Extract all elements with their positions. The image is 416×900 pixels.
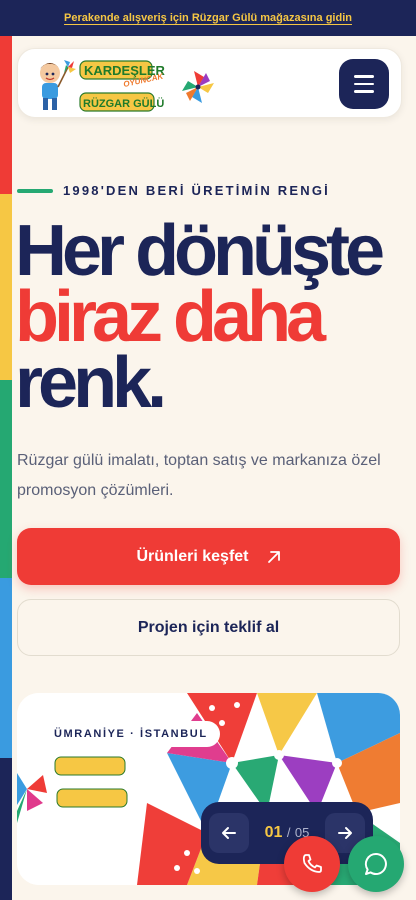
pinwheel-icon (182, 71, 214, 103)
hamburger-icon (354, 75, 374, 78)
call-button[interactable] (284, 836, 340, 892)
stripe-blue (0, 578, 12, 758)
headline-line-1: Her dönüşte (15, 211, 385, 291)
brand-logo[interactable]: KARDEŞLER OYUNCAK RÜZGAR GÜLÜ (28, 53, 218, 115)
explore-products-button[interactable]: Ürünleri keşfet (17, 528, 400, 585)
hero-headline: Her dönüşte biraz daha renk. (15, 211, 385, 423)
arrow-up-right-icon (267, 550, 280, 563)
request-quote-button[interactable]: Projen için teklif al (17, 599, 400, 656)
hero-description: Rüzgar gülü imalatı, toptan satış ve mar… (17, 452, 381, 499)
stripe-yellow (0, 194, 12, 380)
hero-eyebrow: 1998'DEN BERİ ÜRETİMİN RENGİ (17, 183, 330, 198)
eyebrow-text: 1998'DEN BERİ ÜRETİMİN RENGİ (63, 183, 330, 198)
retail-store-link[interactable]: Perakende alışveriş için Rüzgar Gülü mağ… (64, 12, 352, 24)
explore-products-label: Ürünleri keşfet (136, 547, 249, 565)
brand-line2: RÜZGAR GÜLÜ (83, 97, 164, 110)
slide-separator: / (286, 825, 291, 840)
location-badge: ÜMRANİYE · İSTANBUL (42, 721, 220, 747)
headline-line-2: biraz daha (15, 277, 326, 357)
chat-bubble-icon (364, 852, 387, 875)
menu-button[interactable] (339, 59, 389, 109)
stripe-navy (0, 758, 12, 900)
stripe-red (0, 36, 12, 194)
slide-current: 01 (264, 824, 283, 841)
arrow-left-icon (222, 827, 236, 839)
phone-icon (302, 854, 322, 873)
request-quote-label: Projen için teklif al (137, 618, 280, 636)
slider-prev-button[interactable] (209, 813, 249, 853)
whatsapp-button[interactable] (348, 836, 404, 892)
headline-line-3: renk. (15, 343, 167, 423)
site-header: KARDEŞLER OYUNCAK RÜZGAR GÜLÜ (17, 48, 402, 118)
hamburger-icon-bar (354, 90, 374, 93)
eyebrow-accent-line (17, 188, 53, 193)
hamburger-icon-bar (354, 82, 374, 86)
announcement-bar: Perakende alışveriş için Rüzgar Gülü mağ… (0, 0, 416, 36)
showcase-image: ÜMRANİYE · İSTANBUL 01 / 05 (17, 693, 400, 885)
mascot-icon (40, 60, 76, 110)
stripe-green (0, 380, 12, 578)
arrow-right-icon (337, 827, 352, 839)
